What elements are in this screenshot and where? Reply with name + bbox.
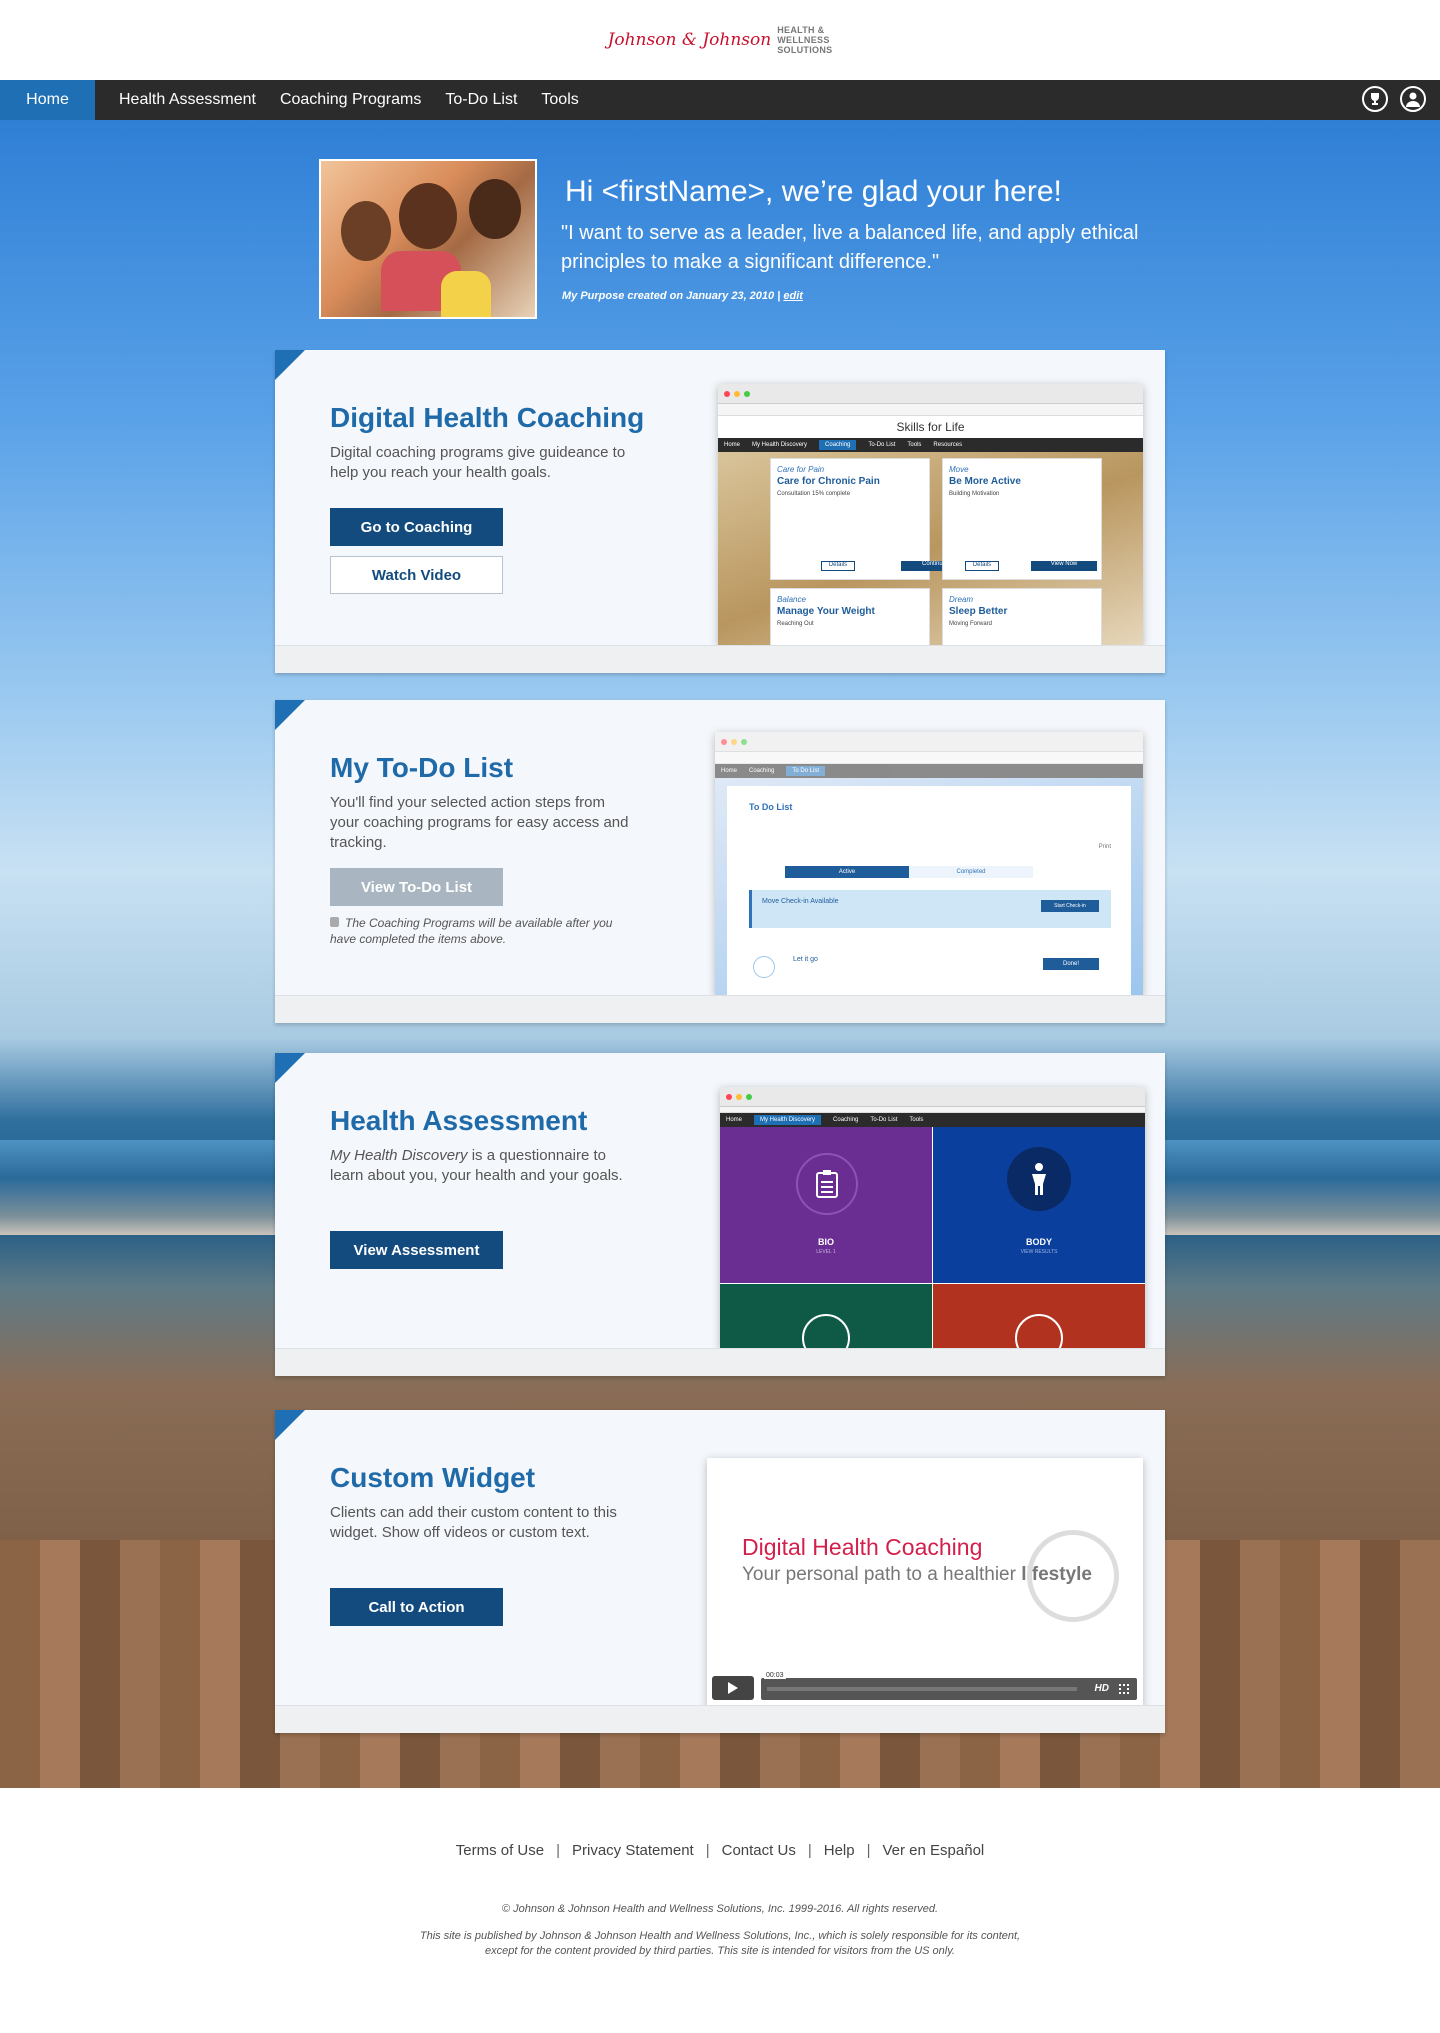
background-scene: Hi <firstName>, we’re glad your here! "I… (0, 120, 1440, 1788)
view-to-do-list-button[interactable]: View To-Do List (330, 868, 503, 906)
site-header: Johnson & Johnson HEALTH & WELLNESS SOLU… (0, 0, 1440, 80)
logo-script: Johnson & Johnson (607, 30, 772, 50)
card-title: My To-Do List (330, 752, 514, 783)
nav-item-to-do-list[interactable]: To-Do List (433, 80, 529, 120)
card-title: Health Assessment (330, 1105, 588, 1136)
nav-item-tools[interactable]: Tools (529, 80, 590, 120)
purpose-quote: "I want to serve as a leader, live a bal… (561, 222, 1139, 273)
go-to-coaching-button[interactable]: Go to Coaching (330, 508, 503, 546)
card-my-to-do-list: My To-Do List You'll find your selected … (275, 700, 1165, 1023)
site-footer: Terms of Use | Privacy Statement | Contact… (0, 1788, 1440, 2033)
card-description: You'll find your selected action steps f… (330, 794, 629, 851)
trophy-icon[interactable] (1362, 86, 1388, 112)
lock-icon (330, 917, 339, 927)
program-tile: Care for Pain Care for Chronic Pain Cons… (770, 458, 967, 580)
activity-tile[interactable] (933, 1284, 1145, 1349)
program-tile: Move Be More Active Building Motivation … (942, 458, 1102, 580)
card-footer-strip (275, 1348, 1165, 1376)
greeting-heading: Hi <firstName>, we’re glad your here! (565, 175, 1062, 208)
hd-toggle[interactable]: HD (1095, 1683, 1109, 1694)
contact-us-link[interactable]: Contact Us (722, 1842, 796, 1859)
card-description: Digital coaching programs give guideance… (330, 444, 626, 481)
program-tile: Balance Manage Your Weight Reaching Out (770, 588, 930, 646)
play-icon[interactable] (712, 1676, 754, 1700)
bio-tile[interactable]: BIO LEVEL 1 (720, 1127, 932, 1283)
copyright: © Johnson & Johnson Health and Wellness … (501, 1903, 939, 1915)
card-description: My Health Discovery is a questionnaire t… (330, 1147, 623, 1184)
call-to-action-button[interactable]: Call to Action (330, 1588, 503, 1626)
disclaimer: This site is published by Johnson & John… (419, 1930, 1021, 1957)
video-progress-bar[interactable]: 00:03 HD (761, 1672, 1137, 1700)
program-tile: Dream Sleep Better Moving Forward (942, 588, 1102, 646)
edit-purpose-link[interactable]: edit (783, 290, 803, 302)
logo-subtitle: HEALTH & WELLNESS SOLUTIONS (777, 25, 833, 55)
card-corner-accent (275, 1053, 305, 1083)
card-corner-accent (275, 350, 305, 380)
locked-note: The Coaching Programs will be available … (330, 916, 613, 946)
card-corner-accent (275, 700, 305, 730)
footer-links: Terms of Use | Privacy Statement | Contact… (455, 1842, 985, 1859)
purpose-meta: My Purpose created on January 23, 2010 |… (562, 290, 803, 302)
brain-tile[interactable] (720, 1284, 932, 1349)
nav-item-home[interactable]: Home (0, 80, 95, 120)
nav-item-health-assessment[interactable]: Health Assessment (107, 80, 268, 120)
terms-of-use-link[interactable]: Terms of Use (456, 1842, 544, 1859)
watch-video-button[interactable]: Watch Video (330, 556, 503, 594)
spanish-link[interactable]: Ver en Español (883, 1842, 985, 1859)
nav-item-coaching-programs[interactable]: Coaching Programs (268, 80, 433, 120)
clipboard-icon (796, 1153, 858, 1215)
video-player[interactable]: Digital Health Coaching Your personal pa… (707, 1458, 1143, 1708)
card-title: Custom Widget (330, 1462, 536, 1493)
to-do-screenshot: Home Coaching To Do List To Do List Print … (715, 732, 1143, 996)
person-icon (1007, 1147, 1071, 1211)
card-custom-widget: Custom Widget Clients can add their cust… (275, 1410, 1165, 1733)
jj-logo[interactable]: Johnson & Johnson HEALTH & WELLNESS SOLU… (608, 25, 833, 55)
view-assessment-button[interactable]: View Assessment (330, 1231, 503, 1269)
coaching-screenshot: Skills for Life Home My Health Discovery … (718, 384, 1143, 646)
assessment-screenshot: Home My Health Discovery Coaching To-Do Lis… (720, 1087, 1145, 1349)
card-footer-strip (275, 645, 1165, 673)
bicycle-icon (1015, 1314, 1063, 1349)
welcome-hero: Hi <firstName>, we’re glad your here! "I… (319, 159, 1219, 329)
card-title: Digital Health Coaching (330, 402, 645, 433)
body-tile[interactable]: BODY VIEW RESULTS (933, 1127, 1145, 1283)
brain-icon (802, 1314, 850, 1349)
card-footer-strip (275, 1705, 1165, 1733)
privacy-statement-link[interactable]: Privacy Statement (572, 1842, 694, 1859)
card-footer-strip (275, 995, 1165, 1023)
card-description: Clients can add their custom content to … (330, 1504, 617, 1541)
help-link[interactable]: Help (824, 1842, 855, 1859)
lifestyle-ring (1027, 1530, 1119, 1622)
card-health-assessment: Health Assessment My Health Discovery is… (275, 1053, 1165, 1376)
family-photo (319, 159, 537, 319)
main-nav: Home Health Assessment Coaching Programs… (0, 80, 1440, 120)
fullscreen-icon[interactable] (1119, 1684, 1129, 1694)
user-profile-icon[interactable] (1400, 86, 1426, 112)
card-digital-health-coaching: Digital Health Coaching Digital coaching… (275, 350, 1165, 673)
card-corner-accent (275, 1410, 305, 1440)
video-title: Digital Health Coaching (742, 1534, 983, 1560)
